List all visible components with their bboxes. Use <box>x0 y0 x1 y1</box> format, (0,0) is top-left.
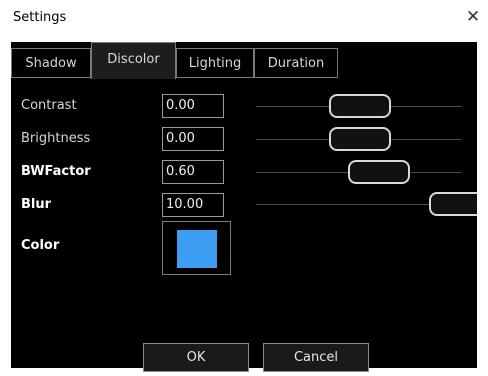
settings-panel: Shadow Discolor Lighting Duration Contra… <box>11 42 477 372</box>
tab-shadow[interactable]: Shadow <box>11 48 91 78</box>
tab-discolor[interactable]: Discolor <box>91 42 176 79</box>
bwfactor-slider-thumb[interactable] <box>348 160 410 184</box>
contrast-field[interactable]: 0.00 <box>162 94 224 118</box>
settings-window: Settings ✕ Shadow Discolor Lighting Dura… <box>0 0 488 376</box>
color-swatch <box>177 230 217 268</box>
color-label: Color <box>21 238 60 253</box>
window-title: Settings <box>13 10 67 25</box>
contrast-slider-thumb[interactable] <box>329 94 391 118</box>
cancel-button[interactable]: Cancel <box>263 343 369 372</box>
tab-duration[interactable]: Duration <box>254 48 338 78</box>
brightness-field[interactable]: 0.00 <box>162 127 224 151</box>
brightness-label: Brightness <box>21 131 91 146</box>
tab-lighting[interactable]: Lighting <box>176 48 254 78</box>
close-icon[interactable]: ✕ <box>462 6 484 28</box>
bwfactor-label: BWFactor <box>21 164 91 179</box>
blur-field[interactable]: 10.00 <box>162 193 224 217</box>
bwfactor-field[interactable]: 0.60 <box>162 160 224 184</box>
blur-slider-thumb[interactable] <box>429 192 477 216</box>
blur-label: Blur <box>21 197 52 212</box>
contrast-label: Contrast <box>21 98 77 113</box>
ok-button[interactable]: OK <box>143 343 249 372</box>
title-bar: Settings ✕ <box>0 0 488 37</box>
color-picker-button[interactable] <box>162 221 231 275</box>
tab-bar: Shadow Discolor Lighting Duration <box>11 42 477 81</box>
brightness-slider-thumb[interactable] <box>329 127 391 151</box>
